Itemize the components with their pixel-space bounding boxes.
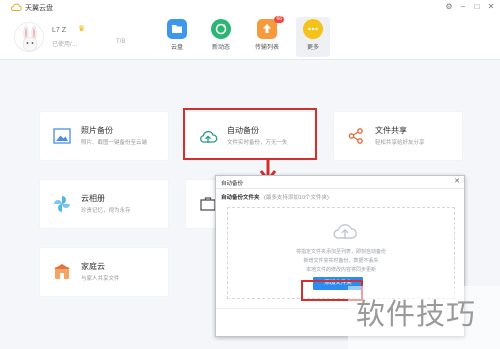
card-title: 家庭云 — [81, 262, 105, 271]
nav-label: 更多 — [306, 45, 319, 51]
cloud-upload-icon — [333, 224, 357, 239]
card-title: 文件共享 — [375, 126, 407, 135]
rabbit-avatar-icon — [22, 25, 38, 51]
photo-icon — [53, 128, 71, 144]
folder-icon — [167, 19, 187, 39]
nav-item-transfer-list[interactable]: 66 传输列表 — [250, 16, 284, 57]
share-icon — [348, 128, 363, 144]
close-icon[interactable]: ✕ — [454, 177, 460, 185]
nav-label: 传输列表 — [254, 45, 279, 51]
tab-auto-backup-folder[interactable]: 自动备份文件夹 — [221, 195, 260, 201]
card-desc: 照片、截图一键备份至云端 — [81, 140, 148, 146]
pinwheel-icon — [54, 196, 70, 212]
divider — [216, 188, 464, 189]
nav-label: 云盘 — [170, 45, 183, 51]
upload-icon: 66 — [257, 16, 284, 39]
house-icon — [54, 264, 70, 279]
cloud-logo-icon — [11, 3, 22, 11]
card-family-cloud[interactable]: 家庭云 与家人共享文件 — [40, 248, 168, 296]
storage-usage-label: 已使用/… — [52, 42, 78, 48]
refresh-icon — [211, 19, 231, 39]
card-cloud-album[interactable]: 云相册 珍贵记忆，视为永存 — [40, 180, 168, 228]
card-file-share[interactable]: 文件共享 轻松共享给好友分享 — [334, 112, 462, 160]
vip-crown-icon: ♛ — [78, 24, 86, 33]
app-title: 天翼云盘 — [25, 5, 53, 12]
dialog-tabbar: 自动备份文件夹 (最多支持添加10个文件夹) — [221, 193, 329, 201]
card-photo-backup[interactable]: 照片备份 照片、截图一键备份至云端 — [40, 112, 168, 160]
card-desc: 轻松共享给好友分享 — [375, 140, 425, 146]
minimize-icon[interactable]: – — [458, 2, 468, 12]
card-title: 云相册 — [81, 194, 105, 203]
nav-label: 新动态 — [211, 45, 230, 51]
help-line: 将指定文件夹添加至列表，即刻自动备份 — [295, 249, 386, 255]
avatar[interactable] — [14, 22, 44, 52]
help-line: 本地文件的修改内容将同步更新 — [305, 267, 376, 273]
nav-item-more[interactable]: 更多 — [296, 17, 330, 57]
header: L7 Z ♛ 已使用/… T/B 云盘 新动态 66 传输列表 更多 — [0, 14, 500, 60]
dialog-title: 自动备份 — [221, 181, 244, 187]
close-icon[interactable]: ✕ — [486, 2, 496, 12]
storage-total-label: T/B — [116, 39, 126, 45]
settings-icon[interactable]: ⚙ — [444, 2, 454, 12]
folder-limit-hint: (最多支持添加10个文件夹) — [264, 195, 329, 201]
watermark-text: 软件技巧 — [356, 297, 477, 331]
title-bar: 天翼云盘 ⚙ – □ ✕ — [0, 0, 500, 14]
maximize-icon[interactable]: □ — [472, 2, 482, 12]
card-desc: 珍贵记忆，视为永存 — [81, 208, 131, 214]
transfer-count-badge: 66 — [274, 16, 284, 23]
auto-backup-highlight — [183, 108, 317, 160]
help-line: 新增文件夹实时备份，数据不丢失 — [303, 258, 379, 264]
nav-item-cloud-disk[interactable]: 云盘 — [160, 17, 194, 57]
nav-item-new-activity[interactable]: 新动态 — [204, 17, 238, 57]
card-title: 照片备份 — [81, 126, 113, 135]
card-desc: 与家人共享文件 — [81, 276, 120, 282]
more-icon — [303, 19, 323, 39]
username: L7 Z — [52, 27, 67, 34]
